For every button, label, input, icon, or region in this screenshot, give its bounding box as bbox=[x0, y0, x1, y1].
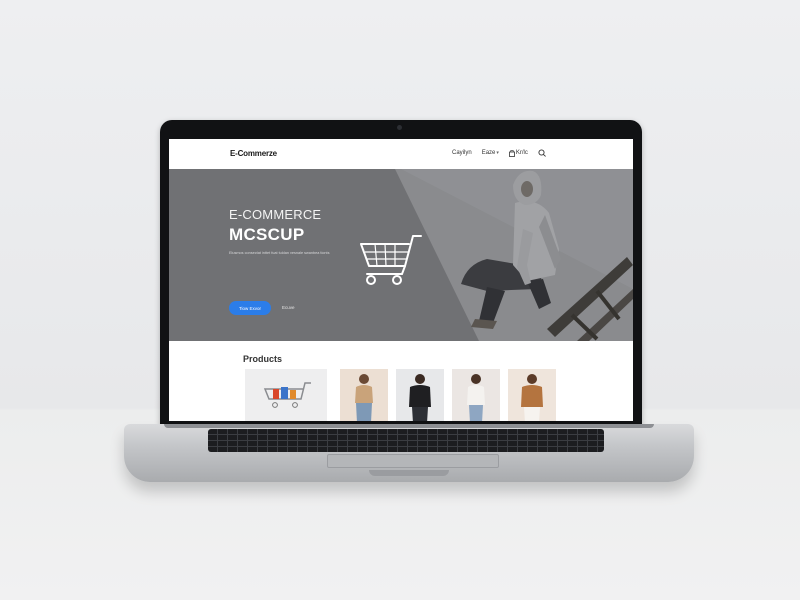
laptop-keyboard bbox=[208, 429, 604, 452]
hero-banner: E-COMMERCE MCSCUP Elusmos consectat intt… bbox=[169, 169, 633, 341]
hero-title-line2: MCSCUP bbox=[229, 225, 305, 244]
model-white-top-image bbox=[467, 374, 485, 421]
shopping-cart-icon bbox=[360, 235, 422, 285]
brand-logo[interactable]: E-Commerze bbox=[230, 149, 277, 158]
nav-link-2-label: Eaze bbox=[481, 150, 496, 156]
model-tan-top-image bbox=[355, 374, 373, 421]
cart-nav-label: Kr/lc bbox=[515, 150, 528, 156]
shopping-cart-product-image bbox=[263, 382, 311, 408]
products-heading: Products bbox=[243, 354, 283, 364]
search-icon[interactable] bbox=[538, 149, 547, 157]
chevron-down-icon: ▾ bbox=[496, 150, 499, 156]
laptop-base bbox=[124, 424, 694, 482]
nav-menu: Cayilyn Eaze ▾ Kr/lc bbox=[452, 149, 547, 157]
laptop-front-notch bbox=[369, 470, 449, 476]
camera-icon bbox=[397, 125, 402, 130]
shop-now-button[interactable]: Tiow Exvor bbox=[229, 301, 271, 315]
hero-title-line1: E-COMMERCE bbox=[229, 207, 322, 222]
product-card-5[interactable] bbox=[508, 369, 556, 421]
nav-link-1-label: Cayilyn bbox=[452, 150, 472, 156]
product-card-3[interactable] bbox=[396, 369, 444, 421]
laptop-hinge bbox=[164, 424, 654, 428]
site-header: E-Commerze Cayilyn Eaze ▾ Kr/lc bbox=[169, 139, 633, 169]
hero-model-image bbox=[461, 170, 633, 341]
laptop-lid: E-Commerze Cayilyn Eaze ▾ Kr/lc E-COMMER… bbox=[160, 120, 642, 426]
product-card-2[interactable] bbox=[340, 369, 388, 421]
model-brown-sweater-image bbox=[521, 374, 543, 421]
nav-link-2[interactable]: Eaze ▾ bbox=[482, 150, 499, 156]
product-card-1[interactable] bbox=[245, 369, 327, 421]
nav-link-1[interactable]: Cayilyn bbox=[452, 150, 472, 156]
products-section: Products bbox=[169, 341, 633, 421]
model-black-sweater-image bbox=[409, 374, 431, 421]
cart-nav-link[interactable]: Kr/lc bbox=[508, 149, 528, 157]
product-card-4[interactable] bbox=[452, 369, 500, 421]
secondary-link[interactable]: Ecuve bbox=[282, 305, 295, 310]
hero-subtitle: Elusmos consectat inttet fuat tuldan ves… bbox=[229, 251, 330, 255]
laptop-trackpad bbox=[327, 454, 499, 468]
bag-icon bbox=[508, 149, 515, 157]
laptop-screen: E-Commerze Cayilyn Eaze ▾ Kr/lc E-COMMER… bbox=[169, 139, 633, 421]
